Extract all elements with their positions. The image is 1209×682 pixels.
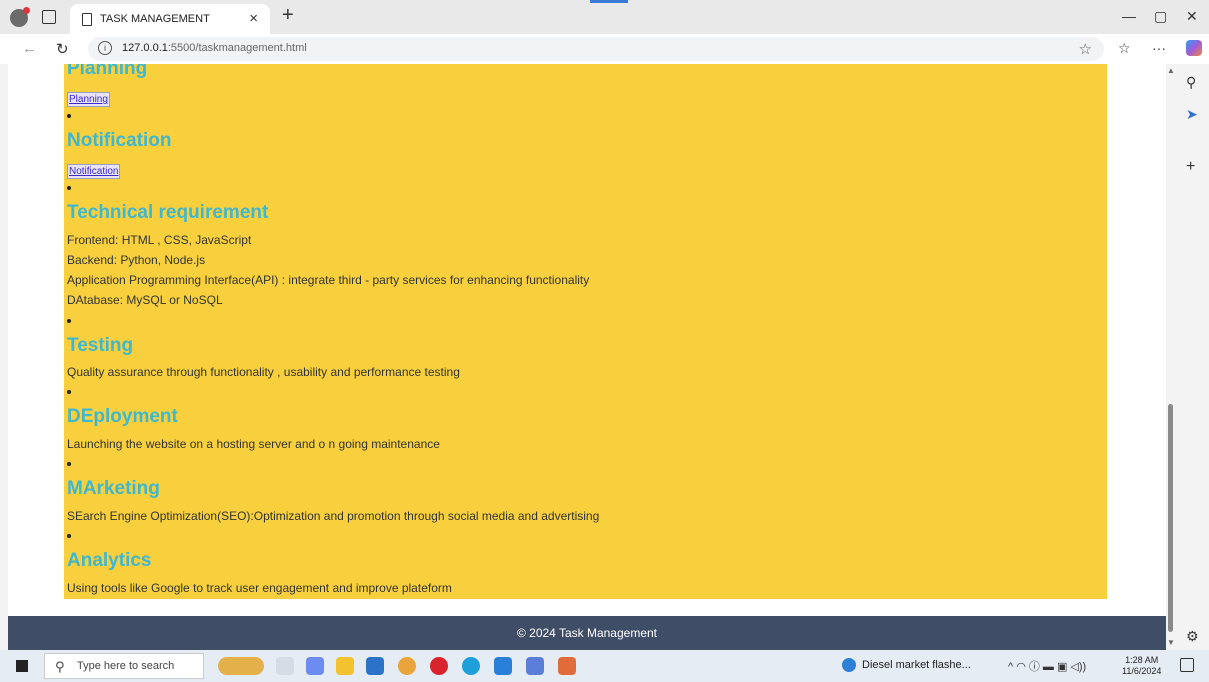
clock-time: 1:28 AM (1125, 655, 1159, 665)
section-analytics: Analytics (67, 550, 151, 572)
settings-icon[interactable]: ⚙ (1186, 628, 1199, 645)
deployment-body: Launching the website on a hosting serve… (67, 434, 440, 454)
notification-link[interactable]: Notification (67, 164, 121, 179)
new-tab-icon[interactable]: + (282, 4, 294, 27)
reload-icon[interactable]: ↻ (56, 40, 69, 58)
section-technical-requirement: Technical requirement (67, 202, 268, 224)
list-bullet (67, 390, 71, 394)
section-deployment: DEployment (67, 406, 178, 428)
file-explorer-icon[interactable] (336, 657, 354, 675)
list-bullet (67, 462, 71, 466)
send-icon[interactable]: ➤ (1186, 106, 1198, 123)
section-heading: Technical requirement (67, 202, 269, 223)
section-heading: Notification (67, 130, 172, 151)
system-tray-icons[interactable]: ^ ◠ ⓘ ▬ ▣ ◁)) (1008, 658, 1086, 674)
taskbar-search[interactable]: ⚲ Type here to search (44, 653, 204, 679)
profile-icon[interactable] (10, 7, 30, 27)
page-icon (82, 13, 92, 26)
search-placeholder: Type here to search (77, 660, 175, 672)
close-tab-icon[interactable]: × (249, 10, 258, 27)
start-icon[interactable] (16, 660, 28, 672)
section-heading: Testing (67, 335, 134, 356)
search-icon: ⚲ (55, 659, 65, 674)
copilot-app-icon[interactable] (306, 657, 324, 675)
testing-body: Quality assurance through functionality … (67, 362, 460, 382)
list-bullet (67, 534, 71, 538)
back-icon[interactable]: ← (22, 40, 37, 57)
browser-title-bar: TASK MANAGEMENT × + — ▢ ✕ (0, 0, 1209, 34)
technical-requirement-body: Frontend: HTML , CSS, JavaScript Backend… (67, 230, 589, 310)
page-footer: © 2024 Task Management (8, 616, 1166, 650)
notification-link-wrap: Notification (67, 161, 121, 179)
chrome-icon[interactable] (398, 657, 416, 675)
window-accent (590, 0, 628, 3)
text-line: SEarch Engine Optimization(SEO):Optimiza… (67, 509, 600, 523)
toolbar: ← ↻ i 127.0.0.1:5500/taskmanagement.html… (0, 34, 1209, 64)
vscode-icon[interactable] (494, 657, 512, 675)
windows-taskbar: ⚲ Type here to search Diesel market flas… (0, 650, 1209, 682)
scroll-up-icon[interactable]: ▲ (1167, 66, 1175, 75)
vertical-scrollbar[interactable]: ▲ ▼ (1166, 64, 1176, 650)
tab-actions-icon[interactable] (42, 10, 56, 24)
marketing-body: SEarch Engine Optimization(SEO):Optimiza… (67, 506, 599, 526)
section-heading: Planning (67, 64, 148, 79)
text-line: Quality assurance through functionality … (67, 365, 460, 379)
site-info-icon[interactable]: i (98, 41, 112, 55)
address-bar[interactable]: i 127.0.0.1:5500/taskmanagement.html ☆ (88, 37, 1104, 61)
copilot-icon[interactable] (1186, 40, 1202, 56)
section-heading: Analytics (67, 550, 152, 571)
section-heading: MArketing (67, 478, 160, 499)
add-icon[interactable]: + (1186, 158, 1195, 176)
section-planning: Planning (67, 64, 147, 80)
outlook-icon[interactable] (366, 657, 384, 675)
footer-text: © 2024 Task Management (516, 626, 658, 640)
analytics-body: Using tools like Google to track user en… (67, 578, 452, 598)
restore-icon[interactable]: ▢ (1154, 8, 1167, 25)
main-content: Planning Planning Notification Notificat… (64, 64, 1107, 599)
url-path: :5500/taskmanagement.html (167, 42, 307, 54)
search-icon[interactable]: ⚲ (1186, 74, 1196, 91)
notification-icon[interactable] (1180, 658, 1194, 672)
text-line: Application Programming Interface(API) :… (67, 273, 590, 287)
list-bullet (67, 186, 71, 190)
widget-icon[interactable] (218, 657, 264, 675)
edge-icon[interactable] (462, 657, 480, 675)
url-host: 127.0.0.1 (122, 42, 168, 54)
section-notification: Notification (67, 130, 172, 152)
more-menu-icon[interactable]: ··· (1152, 40, 1166, 56)
list-bullet (67, 319, 71, 323)
text-line: Using tools like Google to track user en… (67, 581, 452, 595)
weather-icon[interactable] (842, 658, 856, 672)
favorites-icon[interactable]: ☆ (1118, 40, 1131, 57)
planning-link-wrap: Planning (67, 89, 110, 107)
word-icon[interactable] (526, 657, 544, 675)
minimize-icon[interactable]: — (1122, 8, 1136, 24)
app-icon[interactable] (558, 657, 576, 675)
favorite-star-icon[interactable]: ☆ (1079, 40, 1092, 58)
clock-date: 11/6/2024 (1122, 666, 1162, 676)
task-view-icon[interactable] (276, 657, 294, 675)
section-marketing: MArketing (67, 478, 160, 500)
text-line: Frontend: HTML , CSS, JavaScript (67, 233, 252, 247)
clock[interactable]: 1:28 AM 11/6/2024 (1122, 655, 1161, 677)
text-line: Launching the website on a hosting serve… (67, 437, 440, 451)
section-heading: DEployment (67, 406, 178, 427)
opera-icon[interactable] (430, 657, 448, 675)
scroll-down-icon[interactable]: ▼ (1167, 638, 1175, 647)
tab-title: TASK MANAGEMENT (100, 13, 210, 25)
scrollbar-thumb[interactable] (1168, 404, 1173, 632)
text-line: Backend: Python, Node.js (67, 253, 206, 267)
news-ticker[interactable]: Diesel market flashe... (862, 659, 971, 671)
page-viewport: Planning Planning Notification Notificat… (8, 64, 1166, 650)
list-bullet (67, 114, 71, 118)
close-window-icon[interactable]: ✕ (1186, 8, 1198, 25)
url-text: 127.0.0.1:5500/taskmanagement.html (122, 42, 307, 54)
section-testing: Testing (67, 335, 133, 357)
planning-link[interactable]: Planning (67, 92, 110, 107)
browser-tab[interactable]: TASK MANAGEMENT × (70, 4, 270, 34)
text-line: DAtabase: MySQL or NoSQL (67, 293, 223, 307)
edge-sidebar: ⚲ ➤ + ⚙ (1176, 64, 1209, 650)
